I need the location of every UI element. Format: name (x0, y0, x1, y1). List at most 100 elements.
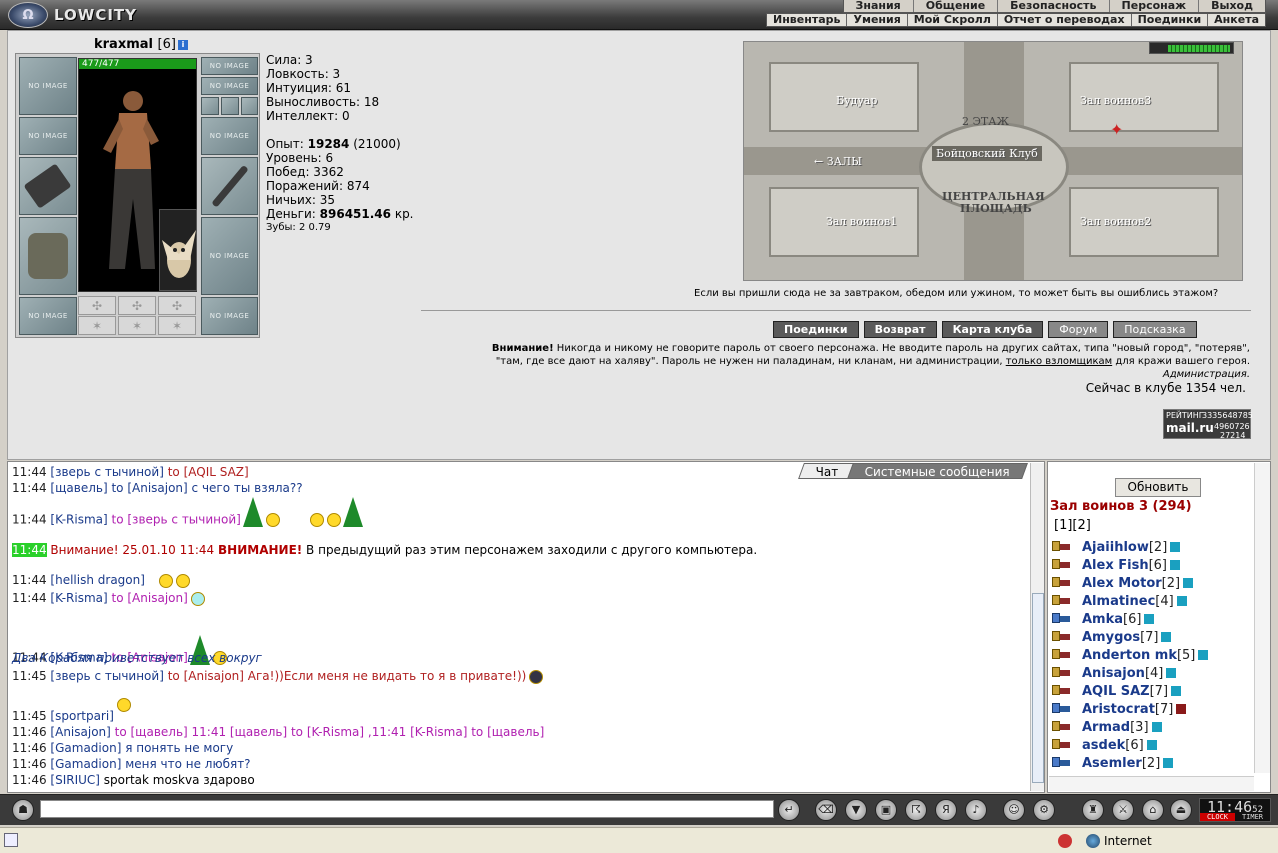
slot-gloves[interactable]: NO IMAGE (201, 117, 258, 155)
users-scrollbar-vertical[interactable] (1254, 463, 1270, 773)
sound-icon[interactable]: ♪ (965, 799, 987, 821)
logo[interactable]: Ω LOWCITY (8, 2, 137, 28)
map-label-club[interactable]: Бойцовский Клуб (932, 146, 1042, 161)
slot-boots[interactable]: NO IMAGE (201, 297, 258, 335)
timer-label[interactable]: TIMER (1235, 813, 1270, 821)
pagination[interactable]: [1][2] (1054, 518, 1091, 533)
user-info-icon[interactable] (1198, 650, 1209, 660)
bag-icon[interactable]: ♜ (1082, 799, 1104, 821)
slot-weapon-left[interactable] (19, 157, 77, 215)
slot-small-1[interactable]: ✣ (78, 296, 116, 315)
submenu-transfers[interactable]: Отчет о переводах (996, 14, 1131, 26)
user-row[interactable]: Asemler [2] (1052, 754, 1257, 772)
slot-small-4[interactable]: ✶ (78, 316, 116, 335)
slot-helmet[interactable]: NO IMAGE (19, 57, 77, 115)
hint-button[interactable]: Подсказка (1113, 321, 1197, 338)
user-info-icon[interactable] (1170, 542, 1181, 552)
slot-belt[interactable]: NO IMAGE (19, 297, 77, 335)
menu-exit[interactable]: Выход (1198, 0, 1265, 12)
exit-icon[interactable]: ⏏ (1170, 799, 1192, 821)
slot-small-6[interactable]: ✶ (158, 316, 196, 335)
user-name[interactable]: asdek (1082, 738, 1125, 753)
chat-nick[interactable]: [Gamadion] (50, 757, 121, 771)
chat-nick[interactable]: [Anisajon] (50, 725, 110, 739)
user-info-icon[interactable] (1146, 740, 1157, 750)
user-info-icon[interactable] (1170, 560, 1180, 570)
translit-icon[interactable]: Я (935, 799, 957, 821)
forum-button[interactable]: Форум (1048, 321, 1109, 338)
rating-counter[interactable]: РЕЙТИНГ 3335648785 mail.ru 4960726 27214 (1163, 409, 1253, 440)
hackers-link[interactable]: только взломщикам (1006, 356, 1112, 367)
tab-system[interactable]: Системные сообщения (846, 463, 1028, 479)
chat-nick[interactable]: [зверь с тычиной] (50, 669, 163, 683)
user-row[interactable]: Almatinec [4] (1052, 592, 1257, 610)
menu-security[interactable]: Безопасность (997, 0, 1108, 12)
slot-small-5[interactable]: ✶ (118, 316, 156, 335)
user-name[interactable]: Anisajon (1082, 666, 1145, 681)
filter-icon[interactable]: ▼ (845, 799, 867, 821)
user-info-icon[interactable] (1144, 614, 1155, 624)
user-row[interactable]: Aristocrat [7] (1052, 700, 1257, 718)
user-row[interactable]: Amygos [7] (1052, 628, 1257, 646)
user-info-icon[interactable] (1171, 686, 1182, 696)
slot-shield[interactable]: NO IMAGE (201, 217, 258, 295)
chat-nick[interactable]: [K-Risma] (50, 591, 107, 605)
club-map-button[interactable]: Карта клуба (941, 321, 1044, 338)
map-label-halls[interactable]: ← ЗАЛЫ (814, 155, 862, 168)
submenu-skills[interactable]: Умения (846, 14, 906, 26)
user-name[interactable]: Amygos (1082, 630, 1140, 645)
user-info-icon[interactable] (1176, 596, 1187, 606)
activity-icon[interactable]: ☈ (905, 799, 927, 821)
submenu-profile[interactable]: Анкета (1207, 14, 1265, 26)
user-row[interactable]: Ajaiihlow [2] (1052, 538, 1257, 556)
eraser-icon[interactable]: ⌫ (815, 799, 837, 821)
user-row[interactable]: Alex Fish [6] (1052, 556, 1257, 574)
user-name[interactable]: Alex Motor (1082, 576, 1162, 591)
user-row[interactable]: AQIL SAZ [7] (1052, 682, 1257, 700)
slot-ring-top[interactable]: NO IMAGE (201, 57, 258, 75)
user-info-icon[interactable] (1176, 704, 1187, 714)
chat-nick[interactable]: [SIRIUC] (50, 773, 100, 787)
chat-nick[interactable]: [Gamadion] (50, 741, 121, 755)
user-name[interactable]: Almatinec (1082, 594, 1155, 609)
menu-knowledge[interactable]: Знания (844, 0, 913, 12)
chat-scroll-thumb[interactable] (1032, 593, 1044, 783)
user-row[interactable]: Anisajon [4] (1052, 664, 1257, 682)
user-info-icon[interactable] (1166, 668, 1177, 678)
char-name-text[interactable]: kraxmal (94, 37, 153, 52)
smiley-icon[interactable]: ☺ (1003, 799, 1025, 821)
user-name[interactable]: Asemler (1082, 756, 1142, 771)
chat-nick[interactable]: [sportpari] (50, 709, 113, 723)
options-icon[interactable]: ⚙ (1033, 799, 1055, 821)
club-map[interactable]: Будуар Зал воинов3 2 ЭТАЖ Бойцовский Клу… (743, 41, 1243, 281)
chat-recipient[interactable]: to [Anisajon] (108, 591, 188, 605)
slot-ring-1[interactable] (201, 97, 219, 115)
user-row[interactable]: asdek [6] (1052, 736, 1257, 754)
slot-weapon-right[interactable] (201, 157, 258, 215)
fights-button[interactable]: Поединки (773, 321, 859, 338)
user-name[interactable]: Aristocrat (1082, 702, 1155, 717)
user-name[interactable]: Alex Fish (1082, 558, 1149, 573)
users-scrollbar-horizontal[interactable] (1049, 776, 1254, 791)
pet-owl[interactable] (159, 209, 197, 291)
slot-armor[interactable] (19, 217, 77, 295)
chat-nick[interactable]: [щавель] (50, 481, 107, 495)
slot-amulet[interactable]: NO IMAGE (201, 77, 258, 95)
user-row[interactable]: Alex Motor [2] (1052, 574, 1257, 592)
user-name[interactable]: Ajaiihlow (1082, 540, 1149, 555)
submenu-fights[interactable]: Поединки (1130, 14, 1208, 26)
user-row[interactable]: Anderton mk [5] (1052, 646, 1257, 664)
user-name[interactable]: Amka (1082, 612, 1123, 627)
submenu-inventory[interactable]: Инвентарь (767, 14, 846, 26)
chat-nick[interactable]: [зверь с тычиной] (50, 465, 163, 479)
chat-recipient[interactable]: to [зверь с тычиной] (108, 513, 241, 527)
user-name[interactable]: AQIL SAZ (1082, 684, 1150, 699)
chat-nick[interactable]: [hellish dragon] (50, 573, 145, 587)
user-info-icon[interactable] (1163, 758, 1174, 768)
submenu-scroll[interactable]: Мой Скролл (906, 14, 997, 26)
fight-icon[interactable]: ⚔ (1112, 799, 1134, 821)
user-info-icon[interactable] (1151, 722, 1162, 732)
refresh-button[interactable]: Обновить (1115, 478, 1201, 497)
user-row[interactable]: Amka [6] (1052, 610, 1257, 628)
slot-small-2[interactable]: ✣ (118, 296, 156, 315)
